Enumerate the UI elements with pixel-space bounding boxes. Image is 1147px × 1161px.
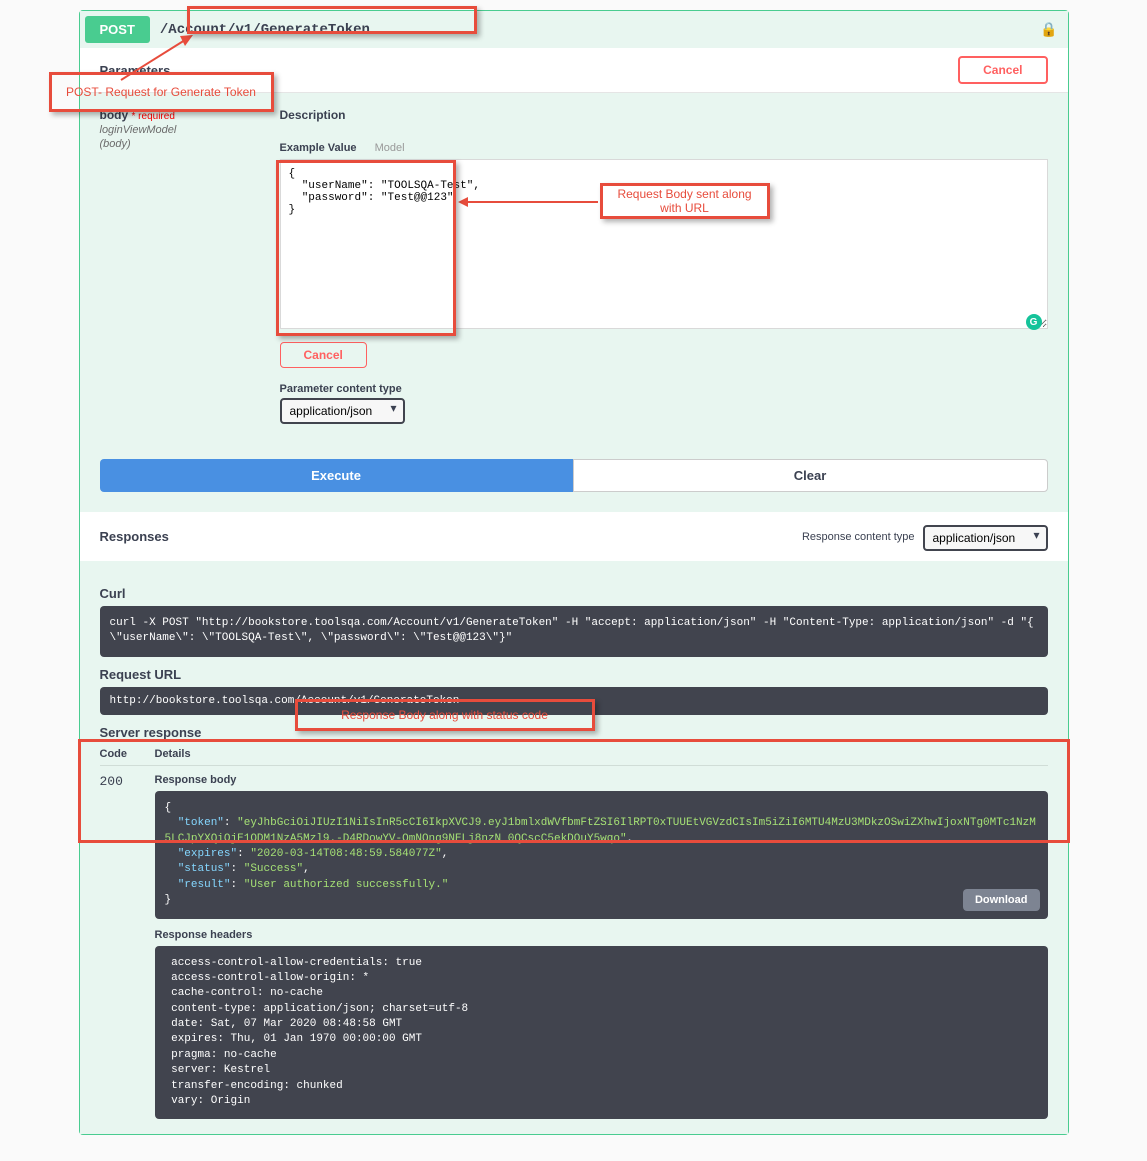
tab-model[interactable]: Model <box>375 142 405 154</box>
code-column-header: Code <box>100 748 155 760</box>
grammarly-icon: G <box>1026 314 1042 330</box>
cancel-button[interactable]: Cancel <box>958 56 1047 84</box>
required-marker: * required <box>132 111 175 122</box>
response-headers-block: access-control-allow-credentials: true a… <box>155 946 1048 1120</box>
request-url-block: http://bookstore.toolsqa.com/Account/v1/… <box>100 687 1048 715</box>
operation-summary[interactable]: POST /Account/v1/GenerateToken 🔒 <box>80 11 1068 48</box>
lock-icon[interactable]: 🔒 <box>1040 21 1057 38</box>
endpoint-path: /Account/v1/GenerateToken <box>160 22 370 38</box>
curl-block: curl -X POST "http://bookstore.toolsqa.c… <box>100 606 1048 657</box>
details-column-header: Details <box>155 748 1048 760</box>
param-in: (body) <box>100 138 280 150</box>
param-type: loginViewModel <box>100 124 280 136</box>
parameters-heading: Parameters <box>100 63 171 78</box>
method-badge: POST <box>85 16 150 43</box>
responses-heading: Responses <box>100 529 169 544</box>
content-type-label: Parameter content type <box>280 383 1048 395</box>
description-label: Description <box>280 108 1048 122</box>
response-body-block: { "token": "eyJhbGciOiJIUzI1NiIsInR5cCI6… <box>155 791 1048 919</box>
param-name: body <box>100 108 129 122</box>
request-url-label: Request URL <box>100 667 1048 682</box>
body-textarea[interactable] <box>280 159 1048 329</box>
response-content-type-select[interactable]: application/json <box>923 525 1048 551</box>
tab-example-value[interactable]: Example Value <box>280 142 357 154</box>
execute-button[interactable]: Execute <box>100 459 573 492</box>
response-body-label: Response body <box>155 774 1048 786</box>
status-code: 200 <box>100 774 155 1120</box>
server-response-label: Server response <box>100 725 1048 740</box>
cancel-body-button[interactable]: Cancel <box>280 342 367 368</box>
content-type-select[interactable]: application/json <box>280 398 405 424</box>
response-content-type-label: Response content type <box>802 531 915 543</box>
response-headers-label: Response headers <box>155 929 1048 941</box>
download-button[interactable]: Download <box>963 889 1040 911</box>
curl-label: Curl <box>100 586 1048 601</box>
clear-button[interactable]: Clear <box>573 459 1048 492</box>
